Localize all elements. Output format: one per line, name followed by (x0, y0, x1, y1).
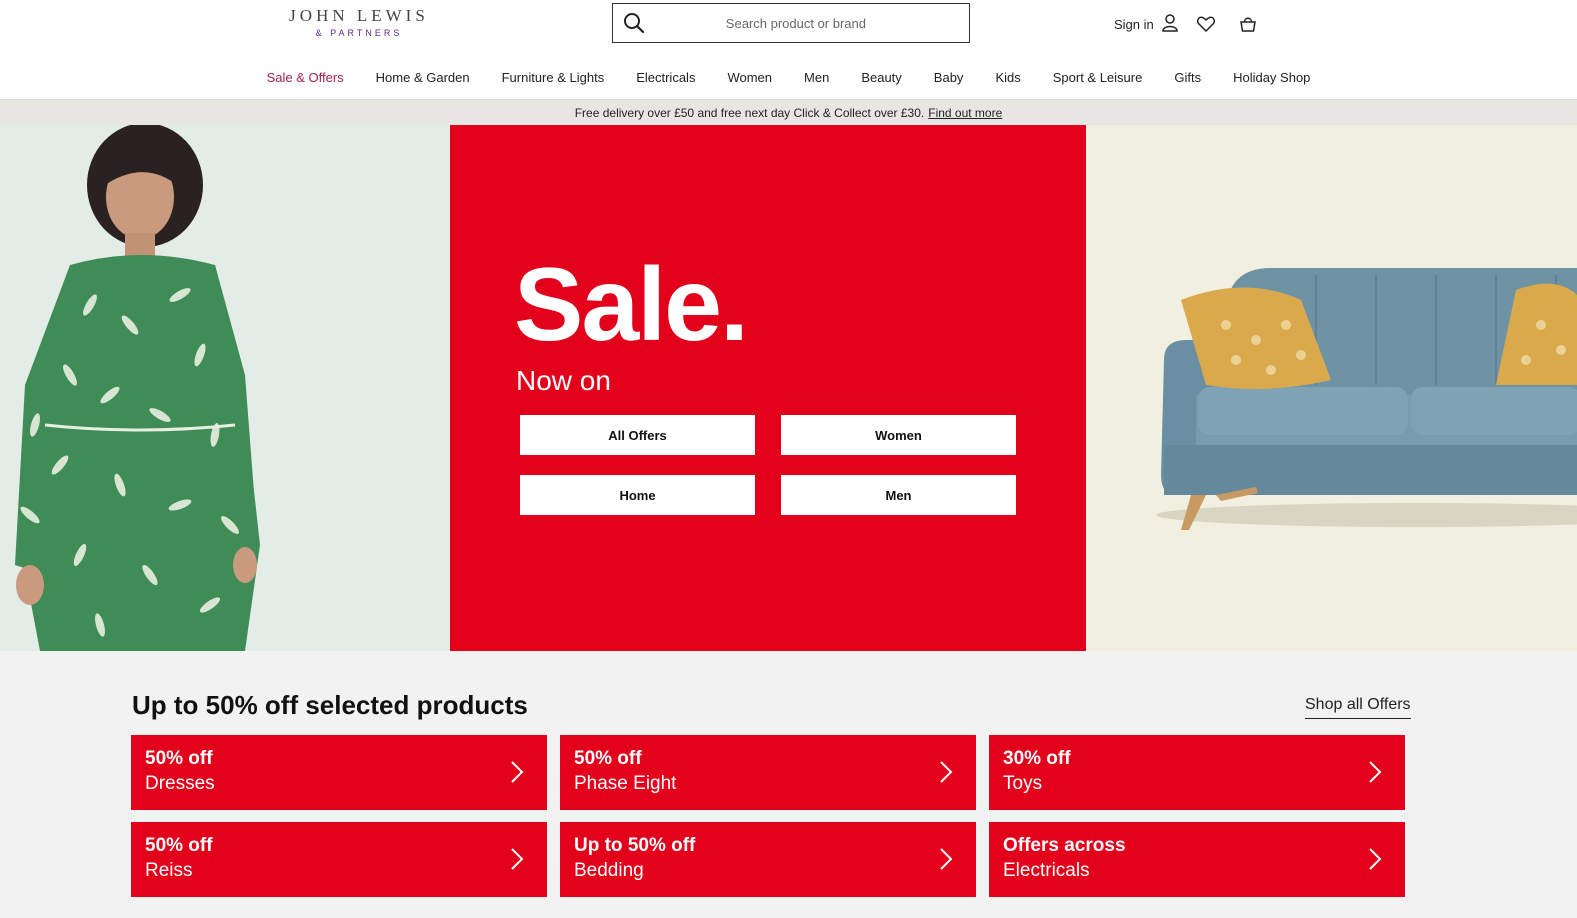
site-header: JOHN LEWIS & PARTNERS Sign in Sale & Off… (0, 0, 1577, 100)
basket-icon[interactable] (1234, 12, 1262, 36)
offer-tile-discount: 50% off (574, 748, 642, 769)
offer-tile-category: Electricals (1003, 860, 1090, 881)
search-input[interactable] (725, 15, 969, 31)
chevron-right-icon (511, 761, 524, 783)
offer-tile-toys[interactable]: 30% off Toys (989, 735, 1405, 810)
nav-item-electricals[interactable]: Electricals (620, 70, 711, 85)
header-utilities: Sign in (1114, 12, 1262, 36)
delivery-banner: Free delivery over £50 and free next day… (0, 100, 1577, 125)
nav-item-furniture-lights[interactable]: Furniture & Lights (486, 70, 621, 85)
hero-banner: Sale. Now on All Offers Women Home Men (0, 125, 1577, 651)
delivery-text: Free delivery over £50 and free next day… (574, 105, 925, 120)
chevron-right-icon (511, 848, 524, 870)
sign-in-label: Sign in (1114, 16, 1154, 32)
chevron-right-icon (940, 761, 953, 783)
search-bar (612, 3, 970, 43)
sign-in-link[interactable]: Sign in (1114, 13, 1178, 35)
home-button[interactable]: Home (520, 475, 755, 515)
offer-tile-discount: 50% off (145, 748, 213, 769)
hero-image-sofa[interactable] (1086, 125, 1577, 651)
offer-tile-phase-eight[interactable]: 50% off Phase Eight (560, 735, 976, 810)
main-navigation: Sale & Offers Home & Garden Furniture & … (0, 70, 1577, 85)
offer-tile-dresses[interactable]: 50% off Dresses (131, 735, 547, 810)
chevron-right-icon (1369, 848, 1382, 870)
offer-tile-reiss[interactable]: 50% off Reiss (131, 822, 547, 897)
nav-item-beauty[interactable]: Beauty (845, 70, 917, 85)
hero-image-woman-dress[interactable] (0, 125, 450, 651)
logo-wordmark: JOHN LEWIS (289, 6, 429, 25)
offer-tile-category: Bedding (574, 860, 644, 881)
offer-tile-discount: 50% off (145, 835, 213, 856)
nav-item-sale-offers[interactable]: Sale & Offers (251, 70, 360, 85)
sale-panel: Sale. Now on All Offers Women Home Men (450, 125, 1086, 651)
nav-item-sport-leisure[interactable]: Sport & Leisure (1037, 70, 1159, 85)
offer-tile-category: Dresses (145, 773, 215, 794)
all-offers-button[interactable]: All Offers (520, 415, 755, 455)
wishlist-heart-icon[interactable] (1192, 12, 1220, 36)
offer-tile-bedding[interactable]: Up to 50% off Bedding (560, 822, 976, 897)
chevron-right-icon (940, 848, 953, 870)
offer-tile-discount: Up to 50% off (574, 835, 696, 856)
offers-section-title: Up to 50% off selected products (132, 690, 528, 720)
nav-item-holiday-shop[interactable]: Holiday Shop (1217, 70, 1326, 85)
shop-all-offers-link[interactable]: Shop all Offers (1305, 696, 1411, 719)
user-icon (1161, 13, 1178, 35)
women-button[interactable]: Women (781, 415, 1016, 455)
logo-subtitle: & PARTNERS (315, 28, 403, 38)
chevron-right-icon (1369, 761, 1382, 783)
john-lewis-logo[interactable]: JOHN LEWIS & PARTNERS (284, 6, 434, 38)
offer-tile-category: Reiss (145, 860, 193, 881)
sale-heading: Sale. (514, 247, 749, 363)
nav-item-kids[interactable]: Kids (979, 70, 1036, 85)
nav-item-baby[interactable]: Baby (918, 70, 980, 85)
offer-tile-discount: Offers across (1003, 835, 1126, 856)
offer-tile-discount: 30% off (1003, 748, 1071, 769)
offer-tile-category: Toys (1003, 773, 1043, 794)
nav-item-men[interactable]: Men (788, 70, 845, 85)
offer-tile-electricals[interactable]: Offers across Electricals (989, 822, 1405, 897)
nav-item-home-garden[interactable]: Home & Garden (360, 70, 486, 85)
nav-item-women[interactable]: Women (711, 70, 788, 85)
search-icon[interactable] (613, 4, 656, 42)
men-button[interactable]: Men (781, 475, 1016, 515)
offer-tile-category: Phase Eight (574, 773, 677, 794)
sale-subheading: Now on (516, 365, 611, 396)
find-out-more-link[interactable]: Find out more (928, 106, 1002, 120)
nav-item-gifts[interactable]: Gifts (1158, 70, 1217, 85)
